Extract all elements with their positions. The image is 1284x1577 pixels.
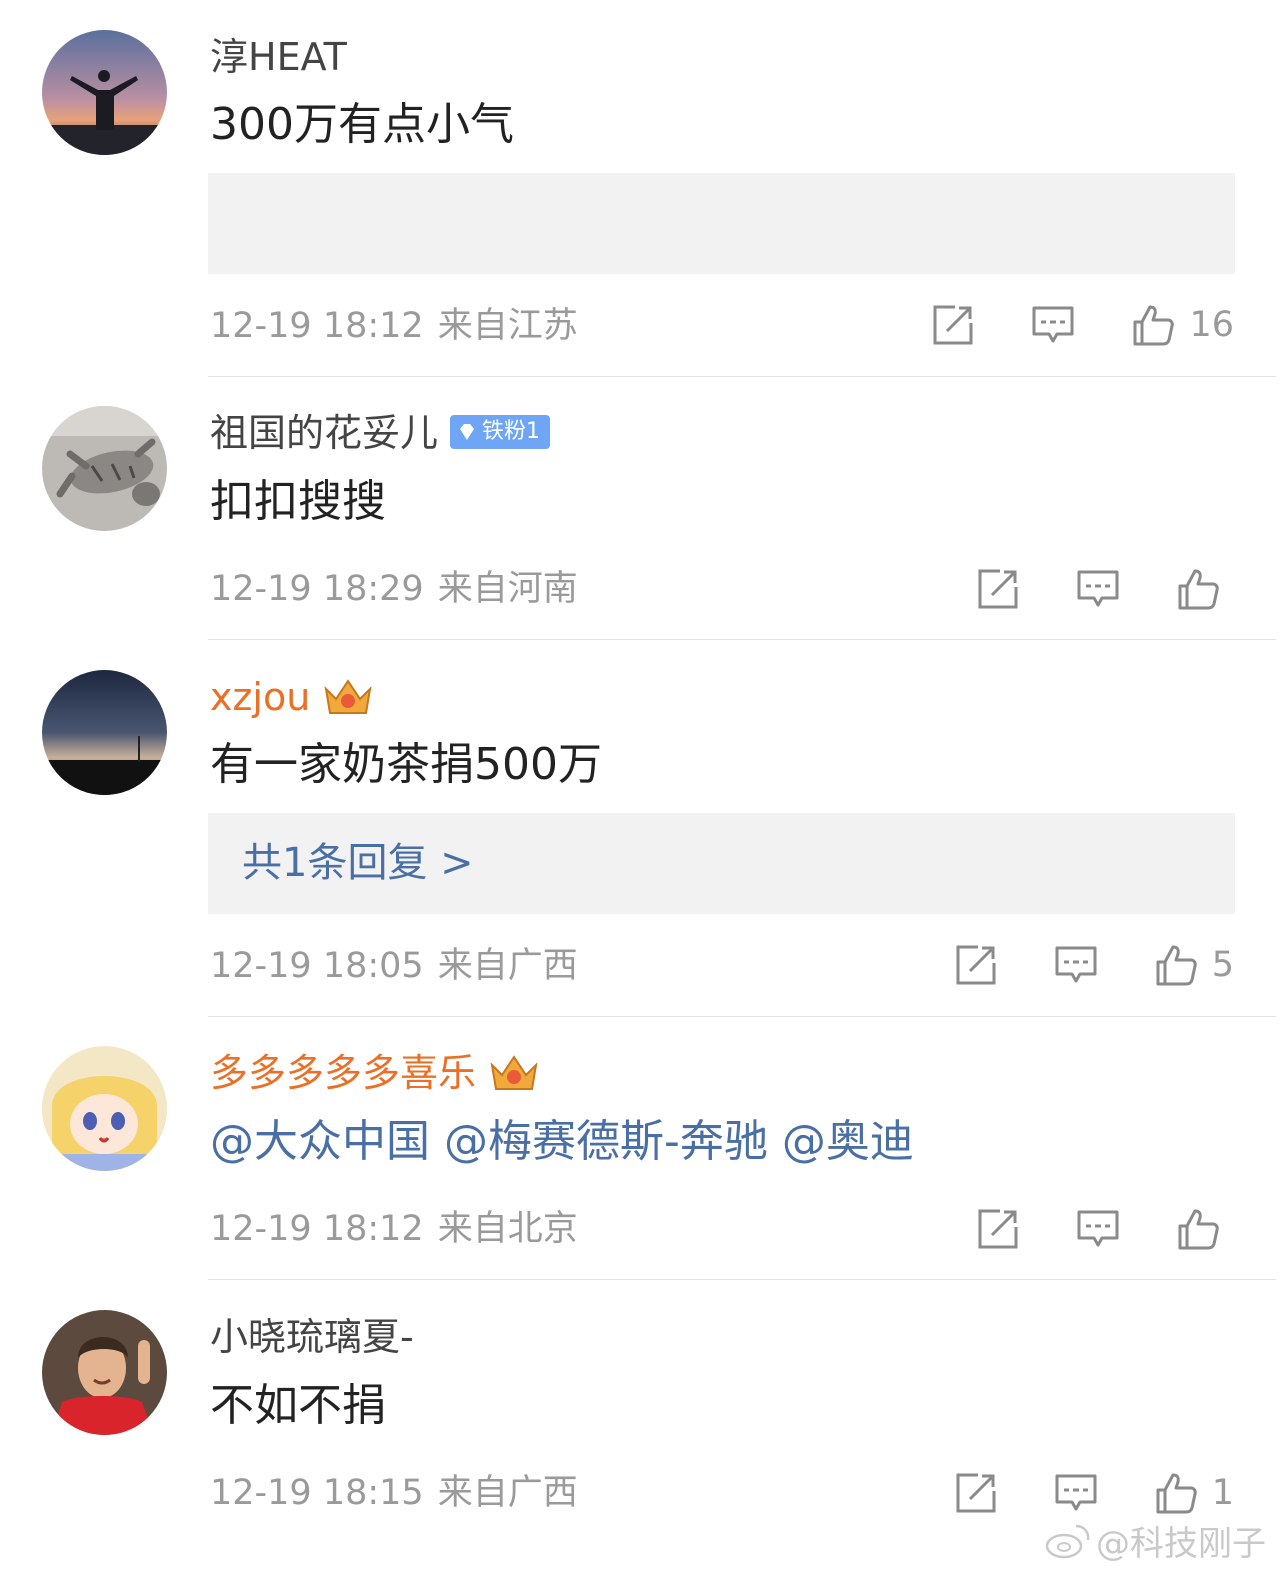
username[interactable]: xzjou xyxy=(210,675,310,719)
location: 来自广西 xyxy=(437,946,578,986)
view-replies-link[interactable]: 共1条回复 > xyxy=(242,839,474,887)
username-row: 祖国的花妥儿 铁粉1 xyxy=(210,410,551,456)
like-count: 1 xyxy=(1211,1473,1234,1513)
watermark-text: @科技刚子 xyxy=(1096,1524,1266,1564)
username[interactable]: 多多多多多喜乐 xyxy=(210,1051,476,1095)
vip-crown-icon xyxy=(490,1054,538,1090)
comment-actions xyxy=(976,564,1234,614)
username-row: xzjou xyxy=(210,674,376,722)
like-icon xyxy=(1154,1471,1198,1515)
share-icon[interactable] xyxy=(976,1207,1020,1251)
mention-link[interactable]: @奥迪 xyxy=(782,1116,914,1167)
location: 来自江苏 xyxy=(437,306,578,346)
like-count: 16 xyxy=(1189,305,1234,345)
comment-icon[interactable] xyxy=(1054,1471,1098,1515)
comment-icon[interactable] xyxy=(1076,567,1120,611)
divider xyxy=(208,376,1276,377)
timestamp: 12-19 18:29 xyxy=(210,569,424,609)
comment-item: xzjou 有一家奶茶捐500万 共1条回复 > 12-19 18:05 来自广西… xyxy=(0,640,1284,1018)
vip-crown-icon xyxy=(324,678,372,714)
reply-box[interactable]: 共1条回复 > xyxy=(208,813,1235,914)
comment-actions: 5 xyxy=(954,940,1234,990)
comment-item: 祖国的花妥儿 铁粉1 扣扣搜搜 12-19 18:29 来自河南 xyxy=(0,378,1284,640)
comment-icon[interactable] xyxy=(1031,303,1075,347)
like-icon xyxy=(1131,303,1175,347)
comment-item: 淳HEAT 300万有点小气 12-19 18:12 来自江苏 16 xyxy=(0,0,1284,378)
comment-meta: 12-19 18:12 来自北京 xyxy=(210,1208,578,1250)
timestamp: 12-19 18:05 xyxy=(210,946,424,986)
mention-link[interactable]: @大众中国 xyxy=(210,1116,430,1167)
username[interactable]: 小晓琉璃夏- xyxy=(210,1314,414,1360)
watermark: @科技刚子 xyxy=(1044,1516,1266,1565)
like-button[interactable]: 1 xyxy=(1154,1471,1234,1515)
timestamp: 12-19 18:15 xyxy=(210,1473,424,1513)
comment-actions: 1 xyxy=(954,1468,1234,1518)
avatar[interactable] xyxy=(42,1310,167,1435)
like-button[interactable]: 16 xyxy=(1131,303,1234,347)
avatar[interactable] xyxy=(42,670,167,795)
like-button[interactable] xyxy=(1176,567,1234,611)
weibo-logo-icon xyxy=(1045,1524,1090,1558)
comment-text: 有一家奶茶捐500万 xyxy=(210,739,602,790)
diamond-icon xyxy=(460,423,475,440)
timestamp: 12-19 18:12 xyxy=(210,306,424,346)
badge-label: 铁粉1 xyxy=(482,418,541,444)
avatar[interactable] xyxy=(42,30,167,155)
comment-text: @大众中国 @梅赛德斯-奔驰 @奥迪 xyxy=(210,1115,914,1169)
like-icon xyxy=(1176,1207,1220,1251)
comment-item: 小晓琉璃夏- 不如不捐 12-19 18:15 来自广西 1 xyxy=(0,1280,1284,1550)
reply-box-placeholder xyxy=(208,173,1235,274)
username-row: 多多多多多喜乐 xyxy=(210,1050,542,1098)
username[interactable]: 淳HEAT xyxy=(210,34,347,80)
username[interactable]: 祖国的花妥儿 xyxy=(210,411,438,455)
comment-text: 300万有点小气 xyxy=(210,99,514,150)
comment-icon[interactable] xyxy=(1076,1207,1120,1251)
like-button[interactable] xyxy=(1176,1207,1234,1251)
avatar[interactable] xyxy=(42,406,167,531)
comment-meta: 12-19 18:29 来自河南 xyxy=(210,568,578,610)
share-icon[interactable] xyxy=(954,943,998,987)
comment-text: 不如不捐 xyxy=(210,1380,386,1431)
like-button[interactable]: 5 xyxy=(1154,943,1234,987)
comment-actions: 16 xyxy=(931,300,1234,350)
location: 来自广西 xyxy=(437,1473,578,1513)
comment-icon[interactable] xyxy=(1054,943,1098,987)
comment-item: 多多多多多喜乐 @大众中国 @梅赛德斯-奔驰 @奥迪 12-19 18:12 来自… xyxy=(0,1018,1284,1280)
divider xyxy=(208,1016,1276,1017)
share-icon[interactable] xyxy=(954,1471,998,1515)
fan-badge: 铁粉1 xyxy=(450,414,551,449)
comment-meta: 12-19 18:05 来自广西 xyxy=(210,945,578,987)
like-icon xyxy=(1176,567,1220,611)
like-count: 5 xyxy=(1211,945,1234,985)
comment-meta: 12-19 18:12 来自江苏 xyxy=(210,305,578,347)
mention-link[interactable]: @梅赛德斯-奔驰 xyxy=(444,1116,768,1167)
comment-actions xyxy=(976,1204,1234,1254)
avatar[interactable] xyxy=(42,1046,167,1171)
comment-text: 扣扣搜搜 xyxy=(210,476,386,527)
like-icon xyxy=(1154,943,1198,987)
share-icon[interactable] xyxy=(976,567,1020,611)
location: 来自河南 xyxy=(437,569,578,609)
timestamp: 12-19 18:12 xyxy=(210,1209,424,1249)
location: 来自北京 xyxy=(437,1209,578,1249)
share-icon[interactable] xyxy=(931,303,975,347)
comment-meta: 12-19 18:15 来自广西 xyxy=(210,1472,578,1514)
